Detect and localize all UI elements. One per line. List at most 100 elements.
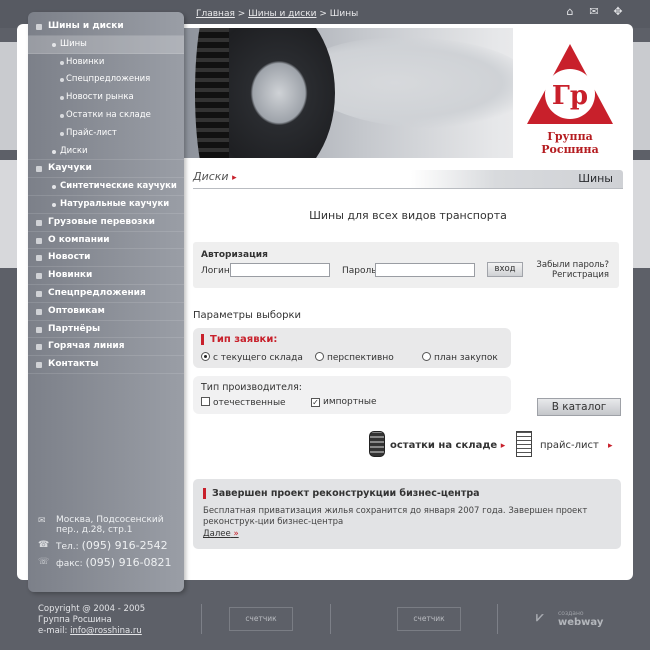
tab-tires[interactable]: Шины: [411, 170, 623, 188]
radio-label: перспективно: [327, 353, 394, 363]
radio-current-stock[interactable]: с текущего склада: [201, 352, 303, 363]
sidebar-item[interactable]: Натуральные каучуки: [28, 196, 184, 214]
sidebar-item[interactable]: Горячая линия: [28, 338, 184, 357]
russia-map-image: [303, 38, 533, 128]
checkbox-checked[interactable]: ✓: [311, 398, 320, 407]
sidebar-item[interactable]: Контакты: [28, 356, 184, 374]
sidebar-item-label: Грузовые перевозки: [48, 216, 155, 227]
news-title[interactable]: Завершен проект реконструкции бизнес-цен…: [203, 488, 480, 499]
radio-button[interactable]: [315, 352, 324, 361]
sidebar-item-label: Контакты: [48, 359, 99, 370]
sidebar-item-label: Каучуки: [48, 163, 92, 174]
register-link[interactable]: Регистрация: [536, 270, 609, 280]
tab-bar: Диски ▸ Шины: [193, 170, 623, 188]
breadcrumb-separator: >: [234, 9, 249, 19]
login-button[interactable]: вход: [487, 262, 523, 277]
sidebar-item-label: Синтетические каучуки: [60, 181, 177, 192]
breadcrumb-current: Шины: [329, 9, 359, 19]
envelope-icon: ✉: [38, 516, 46, 526]
footer-divider: [497, 604, 498, 634]
sidebar-item[interactable]: Спецпредложения: [28, 285, 184, 303]
news-more-link[interactable]: Далее »: [203, 529, 239, 539]
sidebar-item-label: Диски: [60, 145, 88, 156]
footer-divider: [201, 604, 202, 634]
news-more-label: Далее: [203, 529, 231, 539]
bullet-icon: [36, 166, 42, 173]
address-text: Москва, Подсосенский пер., д.28, стр.1: [56, 515, 164, 535]
sidebar-item[interactable]: О компании: [28, 232, 184, 250]
sidebar-item[interactable]: Остатки на складе: [28, 107, 184, 125]
forgot-password-link[interactable]: Забыли пароль?: [536, 260, 609, 270]
phone-icon: ☎: [38, 540, 50, 550]
footer-copyright: Copyright @ 2004 - 2005 Группа Росшина e…: [38, 604, 145, 637]
breadcrumb-separator: >: [316, 9, 330, 19]
counter-badge-1[interactable]: счетчик: [229, 607, 293, 631]
order-type-box: Тип заявки: с текущего склада перспектив…: [193, 328, 511, 368]
sidebar-item-label: Партнёры: [48, 323, 101, 334]
password-input[interactable]: [375, 263, 475, 277]
phone-label: Тел.:: [56, 542, 79, 552]
breadcrumb-home[interactable]: Главная: [196, 9, 235, 19]
sidebar-menu: Шины и диски Шины Новинки Спецпредложения Но…: [28, 18, 184, 374]
sidebar-item[interactable]: Грузовые перевозки: [28, 214, 184, 232]
sidebar-item-label: Шины: [60, 38, 87, 49]
bullet-icon: [52, 185, 56, 190]
bullet-icon: [60, 96, 64, 101]
sidebar-item[interactable]: Новинки: [28, 54, 184, 72]
home-icon[interactable]: ⌂: [564, 6, 576, 18]
sidebar-item-label: Спецпредложения: [66, 74, 151, 85]
radio-purchase-plan[interactable]: план закупок: [422, 352, 498, 363]
stock-link-label: остатки на складе: [390, 440, 498, 451]
document-icon: [516, 431, 532, 457]
auth-links: Забыли пароль? Регистрация: [536, 260, 609, 280]
sidebar-item[interactable]: Новости рынка: [28, 89, 184, 107]
copyright-text: Copyright @ 2004 - 2005: [38, 604, 146, 614]
fax-icon: ☏: [38, 557, 50, 567]
fax-row: ☏ факс: (095) 916-0821: [38, 556, 184, 569]
radio-prospective[interactable]: перспективно: [315, 352, 394, 363]
bullet-icon: [36, 237, 42, 244]
auth-panel: Авторизация Логин Пароль вход Забыли пар…: [193, 242, 619, 288]
tab-discs[interactable]: Диски ▸: [193, 170, 237, 183]
catalog-button[interactable]: В каталог: [537, 398, 621, 416]
checkbox[interactable]: [201, 397, 210, 406]
sidebar-item[interactable]: Спецпредложения: [28, 71, 184, 89]
counter-badge-2[interactable]: счетчик: [397, 607, 461, 631]
sidebar-item[interactable]: Новости: [28, 249, 184, 268]
top-icons: ⌂ ✉ ✥: [564, 6, 624, 18]
sidebar-item[interactable]: Оптовикам: [28, 303, 184, 321]
radio-label: с текущего склада: [213, 353, 303, 363]
arrow-right-icon: ▸: [500, 441, 506, 451]
login-input[interactable]: [230, 263, 330, 277]
tire-icon: [369, 431, 385, 457]
sidebar-item[interactable]: Шины и диски: [28, 18, 184, 36]
footer-email-link[interactable]: info@rosshina.ru: [70, 626, 142, 636]
webway-w-icon: ⩗: [536, 610, 543, 625]
checkbox-domestic[interactable]: отечественные: [201, 397, 286, 408]
sidebar-item[interactable]: Прайс-лист: [28, 125, 184, 143]
tab-discs-label: Диски: [193, 170, 229, 183]
sidebar-item[interactable]: Синтетические каучуки: [28, 178, 184, 196]
sidebar-item[interactable]: Шины: [28, 35, 184, 54]
mail-icon[interactable]: ✉: [588, 6, 600, 18]
radio-button[interactable]: [422, 352, 431, 361]
arrow-right-icon: ▸: [608, 441, 613, 451]
bullet-icon: [36, 24, 42, 30]
radio-label: план закупок: [434, 353, 498, 363]
sidebar-item-label: Оптовикам: [48, 305, 105, 316]
sidebar-item[interactable]: Новинки: [28, 267, 184, 285]
news-text: Бесплатная приватизация жилья сохранится…: [203, 506, 588, 527]
sidebar-item[interactable]: Диски: [28, 143, 184, 161]
params-title: Параметры выборки: [193, 310, 302, 321]
checkbox-imported[interactable]: ✓ импортные: [311, 397, 377, 407]
webway-logo[interactable]: ⩗ создано webway: [536, 610, 606, 630]
sitemap-icon[interactable]: ✥: [612, 6, 624, 18]
sidebar-item-label: Спецпредложения: [48, 287, 146, 298]
radio-button-checked[interactable]: [201, 352, 210, 361]
logo[interactable]: Гр Группа Росшина: [513, 28, 627, 158]
sidebar-item[interactable]: Каучуки: [28, 160, 184, 179]
sidebar-item[interactable]: Партнёры: [28, 321, 184, 339]
bullet-icon: [60, 113, 64, 118]
checkbox-label: отечественные: [213, 398, 286, 408]
breadcrumb-tires-discs[interactable]: Шины и диски: [248, 9, 316, 19]
